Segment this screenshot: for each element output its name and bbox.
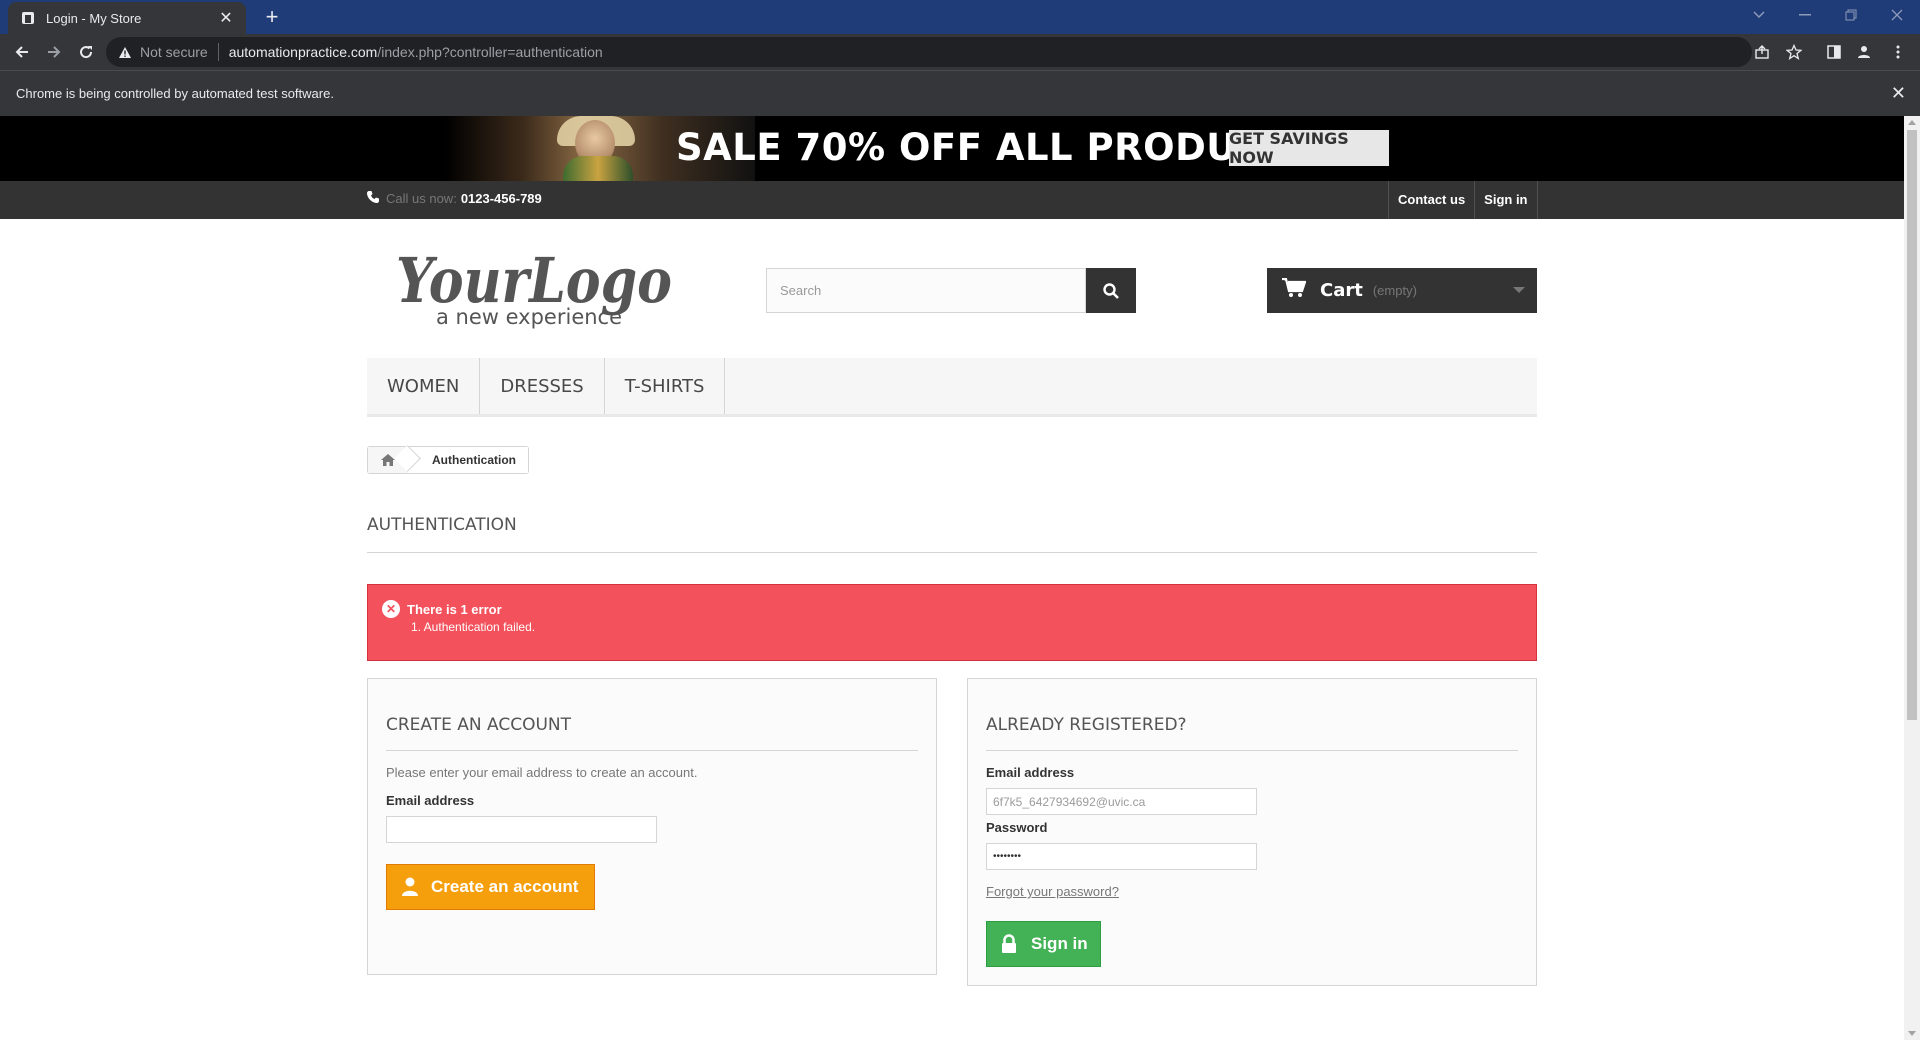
store-logo[interactable]: YourLogo a new experience [392,244,678,336]
create-email-label: Email address [386,793,475,808]
already-registered-heading: ALREADY REGISTERED? [986,715,1518,751]
main-category-menu: WOMEN DRESSES T-SHIRTS [367,358,1537,417]
top-nav-bar: Call us now: 0123-456-789 Contact us Sig… [0,181,1904,219]
forgot-password-link[interactable]: Forgot your password? [986,884,1119,899]
phone-number: 0123-456-789 [460,191,542,206]
shopping-cart-icon [1282,277,1307,303]
address-bar[interactable]: Not secure automationpractice.com /index… [106,37,1752,67]
create-email-field[interactable] [386,816,657,843]
get-savings-button[interactable]: GET SAVINGS NOW [1229,129,1389,167]
cart-label: Cart [1320,280,1363,301]
warning-triangle-icon[interactable] [118,46,132,59]
home-icon [381,454,395,466]
infobar-text: Chrome is being controlled by automated … [16,86,334,101]
password-label: Password [986,820,1048,835]
tab-title: Login - My Store [46,10,142,26]
page-title: AUTHENTICATION [367,515,1537,553]
top-nav-links: Contact us Sign in [1388,181,1538,219]
automation-infobar: Chrome is being controlled by automated … [0,70,1920,116]
search-button[interactable] [1086,268,1136,313]
promo-banner[interactable]: SALE 70% OFF ALL PRODUCTS GET SAVINGS NO… [0,116,1904,181]
error-heading: There is 1 error [407,602,502,617]
forward-arrow-icon[interactable] [40,38,68,66]
search-icon [1103,282,1119,299]
tab-close-icon[interactable]: ✕ [218,8,234,28]
banner-sale-text: SALE 70% OFF ALL PRODUCTS [676,126,1318,169]
minimize-icon[interactable] [1782,0,1828,30]
back-arrow-icon[interactable] [8,38,36,66]
login-email-field[interactable]: 6f7k5_6427934692@uvic.ca [986,788,1257,815]
url-path: /index.php?controller=authentication [377,44,603,60]
breadcrumb: Authentication [367,446,529,474]
password-field[interactable]: •••••••• [986,843,1257,870]
reload-icon[interactable] [72,38,100,66]
address-divider [217,43,219,61]
search-input[interactable]: Search [766,268,1086,313]
side-panel-icon[interactable] [1820,38,1848,66]
infobar-close-icon[interactable]: ✕ [1891,83,1906,104]
login-form: ALREADY REGISTERED? Email address 6f7k5_… [967,678,1537,986]
create-account-intro: Please enter your email address to creat… [386,765,698,780]
search-placeholder: Search [780,283,822,298]
call-us-label: Call us now: [386,191,457,206]
not-secure-label[interactable]: Not secure [140,44,208,60]
breadcrumb-current: Authentication [408,447,528,473]
window-close-icon[interactable] [1874,0,1920,30]
url-host: automationpractice.com [228,44,378,60]
cart-button[interactable]: Cart (empty) [1267,268,1537,313]
create-account-button-label: Create an account [431,877,579,896]
breadcrumb-home-link[interactable] [368,447,408,473]
browser-tab[interactable]: Login - My Store ✕ [8,2,246,34]
bookmark-star-icon[interactable] [1780,38,1808,66]
profile-icon[interactable] [1850,38,1878,66]
error-alert: ✕ There is 1 error 1. Authentication fai… [367,584,1537,661]
new-tab-icon[interactable]: + [258,3,286,31]
menu-item-women[interactable]: WOMEN [367,358,481,414]
kebab-menu-icon[interactable] [1884,38,1912,66]
restore-icon[interactable] [1828,0,1874,30]
lock-icon [1001,934,1017,954]
create-account-form: CREATE AN ACCOUNT Please enter your emai… [367,678,937,975]
page-viewport: SALE 70% OFF ALL PRODUCTS GET SAVINGS NO… [0,116,1904,1040]
logo-tagline: a new experience [436,305,622,329]
page-scrollbar[interactable] [1904,116,1920,1040]
call-us-info: Call us now: 0123-456-789 [366,190,542,207]
browser-tab-strip: Login - My Store ✕ + [0,0,1920,34]
x-circle-icon: ✕ [382,600,400,618]
menu-item-tshirts[interactable]: T-SHIRTS [605,358,726,414]
phone-icon [366,190,380,207]
user-icon [401,877,419,897]
header-sign-in-link[interactable]: Sign in [1474,181,1538,219]
chevron-down-icon [1513,287,1525,293]
scroll-down-arrow-icon[interactable] [1908,1031,1916,1036]
contact-us-link[interactable]: Contact us [1388,181,1474,219]
login-email-label: Email address [986,765,1075,780]
menu-item-dresses[interactable]: DRESSES [480,358,605,414]
share-icon[interactable] [1748,38,1776,66]
cart-state: (empty) [1372,283,1417,298]
store-favicon-icon [20,10,36,26]
tab-search-icon[interactable] [1736,0,1782,30]
scrollbar-thumb[interactable] [1907,130,1917,720]
sign-in-button-label: Sign in [1031,934,1088,953]
error-item: 1. Authentication failed. [411,620,536,634]
scroll-up-arrow-icon[interactable] [1908,120,1916,125]
create-account-heading: CREATE AN ACCOUNT [386,715,918,751]
create-account-button[interactable]: Create an account [386,864,595,910]
sign-in-button[interactable]: Sign in [986,921,1101,967]
browser-toolbar: Not secure automationpractice.com /index… [0,34,1920,70]
